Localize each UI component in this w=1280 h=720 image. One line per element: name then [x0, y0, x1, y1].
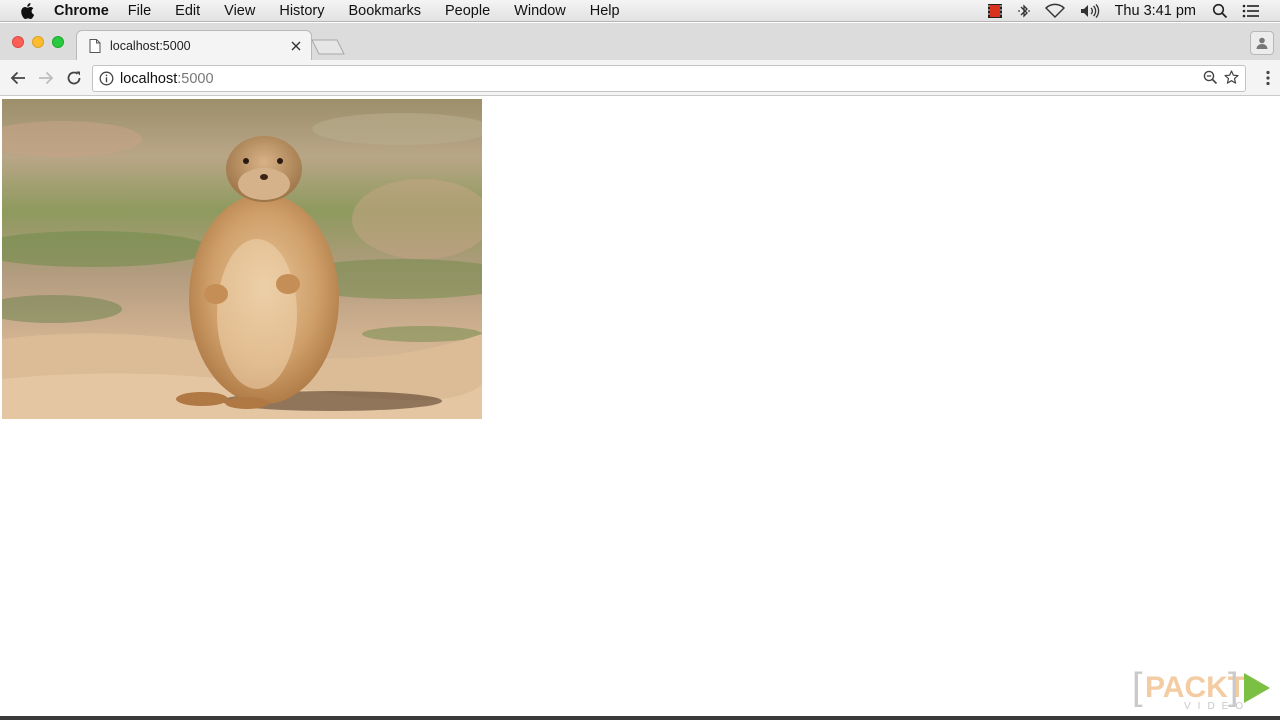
window-minimize-button[interactable] — [32, 36, 44, 48]
watermark-bracket-left: [ — [1132, 666, 1143, 708]
macos-menu-bar: Chrome File Edit View History Bookmarks … — [0, 0, 1280, 22]
menu-bookmarks[interactable]: Bookmarks — [348, 3, 421, 19]
reload-icon — [67, 71, 81, 85]
forward-button[interactable] — [36, 68, 56, 88]
apple-menu-icon[interactable] — [20, 2, 38, 19]
menu-history[interactable]: History — [279, 3, 324, 19]
watermark-sub: VIDEO — [1184, 701, 1251, 712]
browser-tab-active[interactable]: localhost:5000 — [76, 30, 312, 60]
address-bar[interactable]: localhost:5000 — [92, 65, 1246, 92]
window-close-button[interactable] — [12, 36, 24, 48]
window-bottom-edge — [0, 716, 1280, 720]
bookmark-star-icon[interactable] — [1224, 70, 1239, 85]
url-port: :5000 — [177, 70, 214, 87]
document-icon — [89, 38, 101, 53]
play-icon — [1244, 673, 1270, 703]
arrow-left-icon — [10, 71, 25, 85]
screen-record-icon[interactable] — [987, 3, 1003, 19]
page-viewport — [0, 96, 1280, 716]
chrome-menu-icon[interactable] — [1266, 70, 1270, 86]
menu-app-chrome[interactable]: Chrome — [54, 3, 109, 19]
menu-window[interactable]: Window — [514, 3, 566, 19]
profile-button[interactable] — [1250, 31, 1274, 55]
menu-view[interactable]: View — [224, 3, 255, 19]
new-tab-button[interactable] — [311, 39, 345, 55]
spotlight-search-icon[interactable] — [1212, 3, 1228, 19]
reload-button[interactable] — [64, 68, 84, 88]
browser-tab-strip: localhost:5000 — [0, 23, 1280, 60]
menu-help[interactable]: Help — [590, 3, 620, 19]
info-icon[interactable] — [99, 71, 114, 86]
browser-toolbar: localhost:5000 — [0, 60, 1280, 96]
menu-people[interactable]: People — [445, 3, 490, 19]
back-button[interactable] — [8, 68, 28, 88]
prairie-dog-photo — [2, 99, 482, 419]
zoom-icon[interactable] — [1203, 70, 1218, 85]
arrow-right-icon — [39, 71, 54, 85]
tab-title: localhost:5000 — [110, 38, 191, 53]
menubar-clock[interactable]: Thu 3:41 pm — [1115, 3, 1196, 19]
packt-video-watermark: [ PACKT ] VIDEO — [1132, 668, 1272, 714]
wifi-icon[interactable] — [1044, 3, 1065, 19]
menu-edit[interactable]: Edit — [175, 3, 200, 19]
bluetooth-icon[interactable] — [1017, 3, 1031, 19]
person-icon — [1256, 37, 1268, 49]
volume-icon[interactable] — [1079, 3, 1101, 19]
notification-list-icon[interactable] — [1242, 4, 1260, 18]
menu-file[interactable]: File — [128, 3, 151, 19]
close-tab-icon[interactable] — [291, 41, 301, 51]
url-host: localhost — [120, 70, 178, 87]
window-maximize-button[interactable] — [52, 36, 64, 48]
